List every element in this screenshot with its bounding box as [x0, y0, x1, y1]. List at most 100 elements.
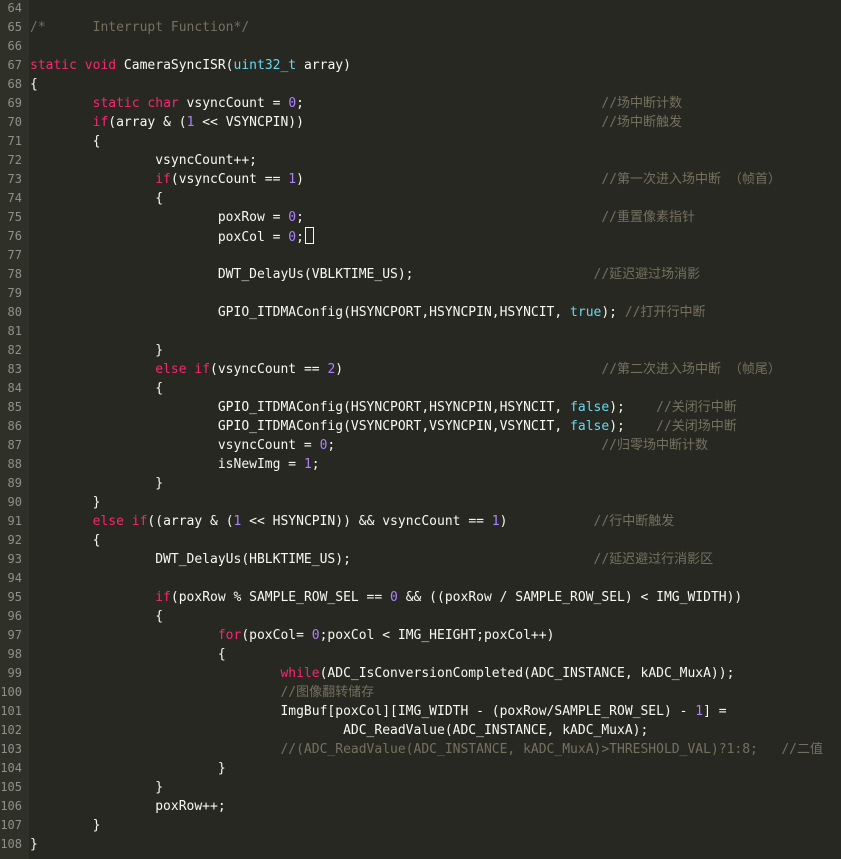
code-text: }: [30, 778, 163, 797]
code-editor[interactable]: 64 65 /* Interrupt Function*/ 66 67 static vo…: [0, 0, 841, 859]
code-token: vsyncCount =: [178, 96, 289, 111]
code-line[interactable]: 99 while(ADC_IsConversionCompleted(ADC_I…: [0, 664, 841, 683]
text-cursor: [304, 227, 314, 244]
code-token: DWT_DelayUs(VBLKTIME_US);: [30, 267, 594, 282]
code-token: (array & (: [108, 115, 187, 130]
code-token: {: [30, 647, 226, 662]
code-line[interactable]: 95 if(poxRow % SAMPLE_ROW_SEL == 0 && ((…: [0, 588, 841, 607]
code-line[interactable]: 76 poxCol = 0;: [0, 227, 841, 246]
line-number: 69: [7, 96, 22, 110]
code-line[interactable]: 85 GPIO_ITDMAConfig(HSYNCPORT,HSYNCPIN,H…: [0, 398, 841, 417]
code-line[interactable]: 84 {: [0, 379, 841, 398]
code-comment: //归零场中断计数: [601, 438, 709, 453]
code-token: {: [30, 134, 101, 149]
code-line[interactable]: 108}: [0, 835, 841, 854]
code-line[interactable]: 94: [0, 569, 841, 588]
code-token: (vsyncCount ==: [170, 172, 289, 187]
code-token: (vsyncCount ==: [210, 362, 328, 377]
code-line[interactable]: 105 }: [0, 778, 841, 797]
code-line[interactable]: 102 ADC_ReadValue(ADC_INSTANCE, kADC_Mux…: [0, 721, 841, 740]
line-number: 89: [7, 476, 22, 490]
code-line[interactable]: 77: [0, 246, 841, 265]
code-token-kw: static: [30, 58, 77, 73]
line-number: 76: [7, 229, 22, 243]
code-line[interactable]: 71 {: [0, 132, 841, 151]
code-line[interactable]: 68 {: [0, 75, 841, 94]
code-line[interactable]: 92 {: [0, 531, 841, 550]
line-number: 98: [7, 647, 22, 661]
line-number: 102: [0, 723, 22, 737]
line-number: 84: [7, 381, 22, 395]
code-token-lit: false: [570, 419, 610, 434]
code-line[interactable]: 87 vsyncCount = 0; //归零场中断计数: [0, 436, 841, 455]
code-text: }: [30, 816, 101, 835]
code-text: {: [30, 531, 101, 550]
code-line[interactable]: 67 static void CameraSyncISR(uint32_t arr…: [0, 56, 841, 75]
code-line[interactable]: 98 {: [0, 645, 841, 664]
code-line[interactable]: 64: [0, 0, 841, 18]
code-line[interactable]: 73 if(vsyncCount == 1) //第一次进入场中断 （帧首）: [0, 170, 841, 189]
code-line[interactable]: 82 }: [0, 341, 841, 360]
line-number: 97: [7, 628, 22, 642]
code-text: }: [30, 493, 101, 512]
code-token: );: [601, 305, 625, 320]
code-comment: //图像翻转储存: [280, 685, 375, 700]
code-line[interactable]: 104 }: [0, 759, 841, 778]
code-line[interactable]: 88 isNewImg = 1;: [0, 455, 841, 474]
code-line[interactable]: 74 {: [0, 189, 841, 208]
code-token: {: [30, 381, 164, 396]
code-line[interactable]: 93 DWT_DelayUs(HBLKTIME_US); //延迟避过行消影区: [0, 550, 841, 569]
code-line[interactable]: 72 vsyncCount++;: [0, 151, 841, 170]
line-number: 81: [7, 324, 22, 338]
code-line[interactable]: 89 }: [0, 474, 841, 493]
code-line[interactable]: 65 /* Interrupt Function*/: [0, 18, 841, 37]
line-number: 72: [7, 153, 22, 167]
code-text: vsyncCount++;: [30, 151, 257, 170]
code-token: GPIO_ITDMAConfig(HSYNCPORT,HSYNCPIN,HSYN…: [30, 305, 571, 320]
code-line[interactable]: 96 {: [0, 607, 841, 626]
code-line[interactable]: 100 //图像翻转储存: [0, 683, 841, 702]
code-token: {: [30, 191, 164, 206]
line-number: 101: [0, 704, 22, 718]
code-line[interactable]: 75 poxRow = 0; //重置像素指针: [0, 208, 841, 227]
code-text: isNewImg = 1;: [30, 455, 320, 474]
code-token: CameraSyncISR(: [116, 58, 234, 73]
code-text: else if((array & (1 << HSYNCPIN)) && vsy…: [30, 512, 675, 531]
code-token: ;: [296, 96, 602, 111]
code-line[interactable]: 79: [0, 284, 841, 303]
code-line[interactable]: 91 else if((array & (1 << HSYNCPIN)) && …: [0, 512, 841, 531]
line-number: 100: [0, 685, 22, 699]
code-text: if(vsyncCount == 1) //第一次进入场中断 （帧首）: [30, 170, 781, 189]
code-line[interactable]: 86 GPIO_ITDMAConfig(VSYNCPORT,VSYNCPIN,V…: [0, 417, 841, 436]
code-line[interactable]: 97 for(poxCol= 0;poxCol < IMG_HEIGHT;pox…: [0, 626, 841, 645]
code-line[interactable]: 70 if(array & (1 << VSYNCPIN)) //场中断触发: [0, 113, 841, 132]
code-token: ): [296, 172, 602, 187]
code-line[interactable]: 80 GPIO_ITDMAConfig(HSYNCPORT,HSYNCPIN,H…: [0, 303, 841, 322]
code-line[interactable]: 78 DWT_DelayUs(VBLKTIME_US); //延迟避过场消影: [0, 265, 841, 284]
line-number: 73: [7, 172, 22, 186]
code-line[interactable]: 69 static char vsyncCount = 0; //场中断计数: [0, 94, 841, 113]
code-line[interactable]: 101 ImgBuf[poxCol][IMG_WIDTH - (poxRow/S…: [0, 702, 841, 721]
line-number: 108: [0, 837, 22, 851]
code-text: while(ADC_IsConversionCompleted(ADC_INST…: [30, 664, 734, 683]
code-text: {: [30, 189, 163, 208]
line-number: 90: [7, 495, 22, 509]
code-line[interactable]: 66: [0, 37, 841, 56]
code-line[interactable]: 83 else if(vsyncCount == 2) //第二次进入场中断 （…: [0, 360, 841, 379]
code-token-num: 0: [311, 628, 320, 643]
line-number: 66: [7, 39, 22, 53]
line-number: 77: [7, 248, 22, 262]
code-line[interactable]: 103 //(ADC_ReadValue(ADC_INSTANCE, kADC_…: [0, 740, 841, 759]
code-text: static char vsyncCount = 0; //场中断计数: [30, 94, 682, 113]
code-text: GPIO_ITDMAConfig(VSYNCPORT,VSYNCPIN,VSYN…: [30, 417, 737, 436]
code-line[interactable]: 81: [0, 322, 841, 341]
line-number: 105: [0, 780, 22, 794]
code-text: }: [30, 759, 226, 778]
code-line[interactable]: 106 poxRow++;: [0, 797, 841, 816]
code-text: //图像翻转储存: [30, 683, 374, 702]
code-token: ADC_ReadValue(ADC_INSTANCE, kADC_MuxA);: [30, 723, 649, 738]
code-line[interactable]: 90 }: [0, 493, 841, 512]
code-line[interactable]: 107 }: [0, 816, 841, 835]
